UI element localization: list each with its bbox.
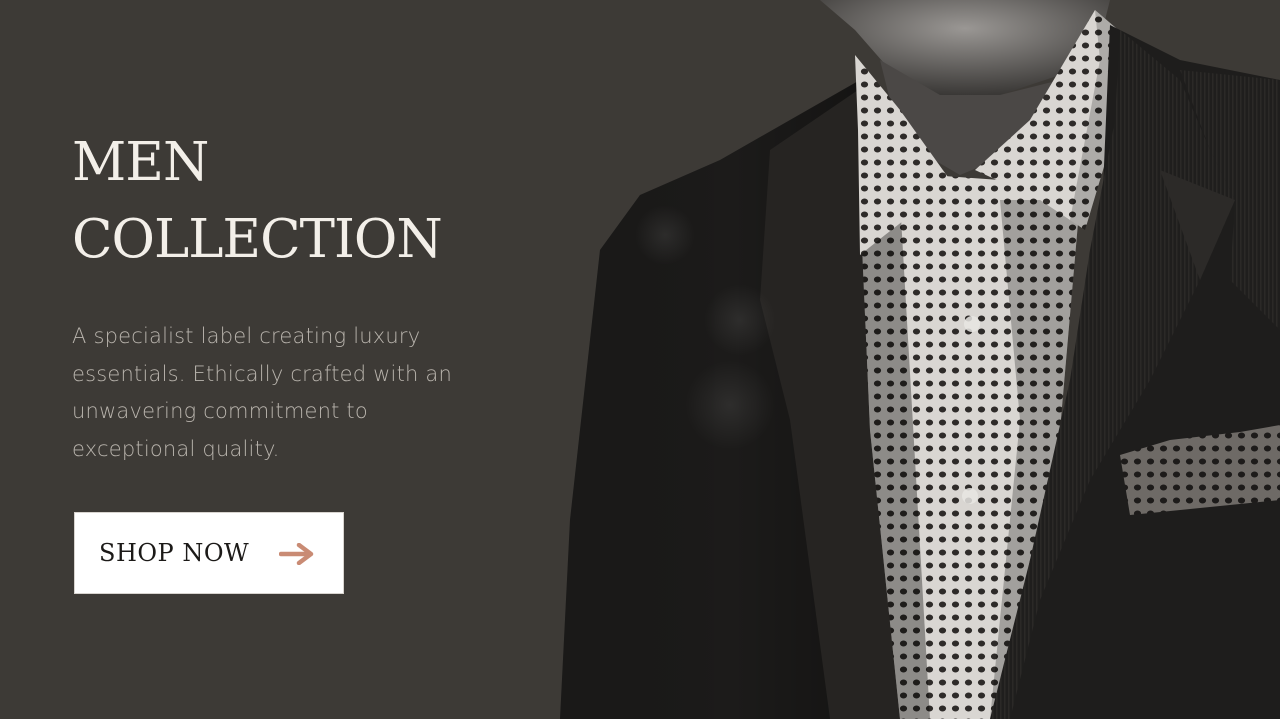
hero-banner: MEN COLLECTION A specialist label creati…	[0, 0, 1280, 719]
shop-now-button[interactable]: SHOP NOW	[74, 512, 344, 594]
page-title: MEN COLLECTION	[72, 124, 443, 278]
title-line-collection: COLLECTION	[72, 209, 443, 270]
description-line: unwavering commitment to	[72, 399, 368, 423]
description-line: A specialist label creating luxury	[72, 324, 421, 348]
title-line-men: MEN	[72, 132, 209, 193]
description-line: essentials. Ethically crafted with an	[72, 361, 452, 386]
description-line: exceptional quality.	[72, 436, 280, 461]
shop-now-label: SHOP NOW	[99, 539, 250, 567]
hero-description: A specialist label creating luxury essen…	[72, 318, 492, 468]
arrow-right-icon	[279, 543, 314, 565]
